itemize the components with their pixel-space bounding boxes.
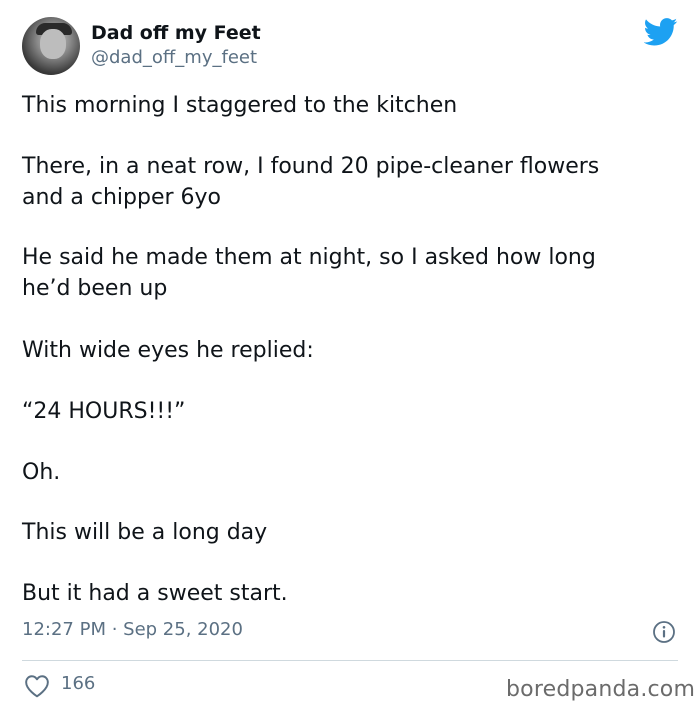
avatar-face	[40, 29, 66, 59]
tweet-line-8: Oh.	[22, 460, 61, 485]
tweet-line-10: But it had a sweet start.	[22, 581, 288, 606]
user-handle[interactable]: @dad_off_my_feet	[91, 47, 257, 68]
tweet-line-3: and a chipper 6yo	[22, 185, 221, 210]
heart-icon[interactable]	[24, 674, 50, 698]
tweet-line-6: With wide eyes he replied:	[22, 338, 314, 363]
info-icon[interactable]	[652, 620, 676, 644]
tweet-card: Dad off my Feet @dad_off_my_feet This mo…	[0, 0, 700, 711]
tweet-line-1: This morning I staggered to the kitchen	[22, 93, 458, 118]
tweet-line-2: There, in a neat row, I found 20 pipe-cl…	[22, 154, 600, 179]
tweet-line-4: He said he made them at night, so I aske…	[22, 245, 596, 270]
display-name[interactable]: Dad off my Feet	[91, 22, 261, 44]
divider	[22, 660, 678, 661]
twitter-bird-icon[interactable]	[644, 18, 678, 46]
like-count[interactable]: 166	[61, 673, 95, 694]
tweet-line-7: “24 HOURS!!!”	[22, 399, 186, 424]
tweet-line-5: he’d been up	[22, 276, 168, 301]
tweet-timestamp[interactable]: 12:27 PM · Sep 25, 2020	[22, 619, 243, 640]
tweet-line-9: This will be a long day	[22, 520, 268, 545]
watermark: boredpanda.com	[506, 677, 696, 702]
avatar[interactable]	[22, 17, 80, 75]
